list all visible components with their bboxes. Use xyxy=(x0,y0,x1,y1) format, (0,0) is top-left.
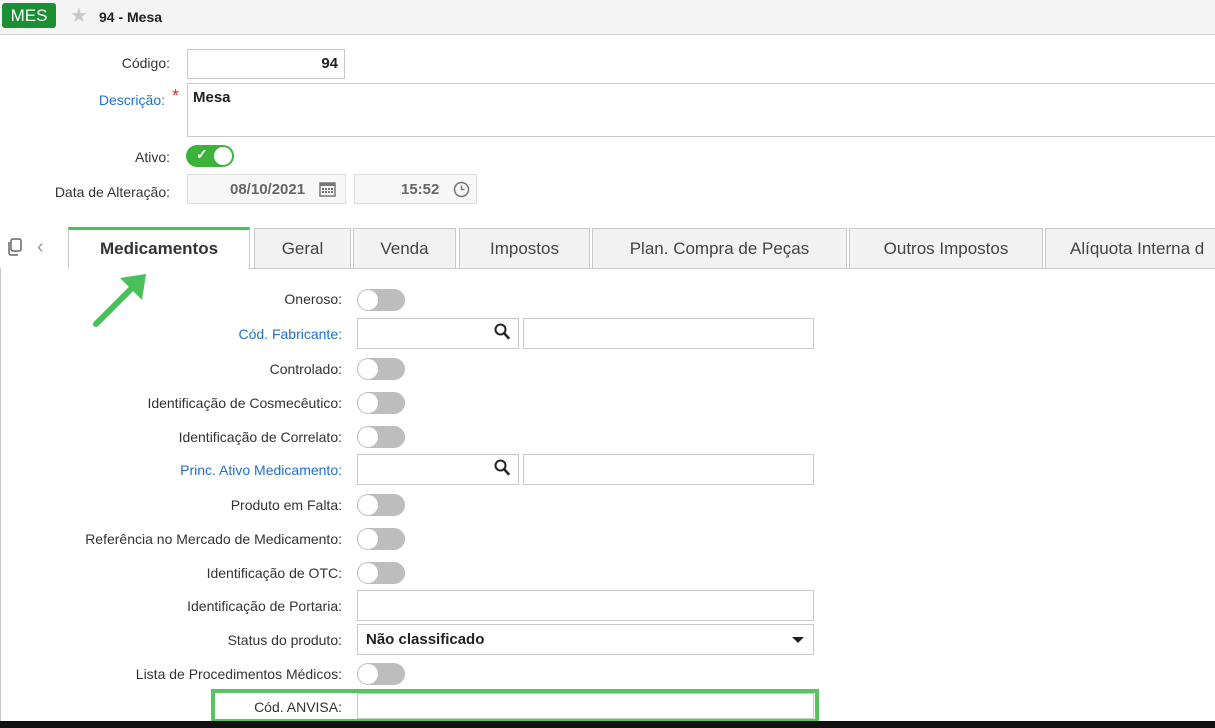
cod-fabricante-label: Cód. Fabricante: xyxy=(238,326,343,342)
otc-label: Identificação de OTC: xyxy=(206,565,342,581)
data-field: 08/10/2021 xyxy=(187,174,346,204)
data-value: 08/10/2021 xyxy=(230,181,306,198)
tab-geral[interactable]: Geral xyxy=(254,228,351,268)
chevron-down-icon xyxy=(792,637,804,643)
copy-icon[interactable] xyxy=(7,238,23,259)
star-icon[interactable]: ★ xyxy=(70,6,88,26)
clock-icon xyxy=(453,181,470,201)
bottom-edge xyxy=(0,721,1215,728)
cod-fabricante-desc[interactable] xyxy=(523,318,814,349)
codigo-label: Código: xyxy=(121,55,170,71)
status-value: Não classificado xyxy=(366,631,485,648)
anvisa-input[interactable] xyxy=(357,693,814,719)
tab-plan-compra[interactable]: Plan. Compra de Peças xyxy=(592,228,847,268)
chevron-left-icon[interactable]: ‹ xyxy=(37,236,44,259)
cod-fabricante-input[interactable] xyxy=(357,318,519,349)
descricao-label: Descrição: xyxy=(98,92,165,108)
hora-field: 15:52 xyxy=(354,174,477,204)
princ-ativo-desc[interactable] xyxy=(523,454,814,485)
status-select[interactable]: Não classificado xyxy=(357,624,814,655)
data-alteracao-label: Data de Alteração: xyxy=(54,184,170,200)
tab-venda[interactable]: Venda xyxy=(353,228,456,268)
controlado-toggle[interactable] xyxy=(357,358,405,380)
produto-falta-toggle[interactable] xyxy=(357,494,405,516)
tab-aliquota-interna[interactable]: Alíquota Interna d xyxy=(1045,228,1215,268)
ativo-label: Ativo: xyxy=(134,149,170,165)
cosmeceutico-label: Identificação de Cosmecêutico: xyxy=(147,395,342,411)
codigo-field[interactable]: 94 xyxy=(187,49,345,79)
oneroso-label: Oneroso: xyxy=(284,291,342,307)
tab-outros-impostos[interactable]: Outros Impostos xyxy=(849,228,1043,268)
princ-ativo-label: Princ. Ativo Medicamento: xyxy=(180,462,342,478)
anvisa-label: Cód. ANVISA: xyxy=(254,699,342,715)
title-bar xyxy=(0,0,1215,35)
descricao-field[interactable]: Mesa xyxy=(187,83,1215,137)
portaria-label: Identificação de Portaria: xyxy=(187,598,342,614)
ativo-toggle[interactable]: ✓ xyxy=(186,145,234,167)
lista-proc-toggle[interactable] xyxy=(357,663,405,685)
oneroso-toggle[interactable] xyxy=(357,289,405,311)
codigo-value: 94 xyxy=(321,55,338,72)
calendar-icon xyxy=(319,181,336,200)
status-label: Status do produto: xyxy=(227,632,342,648)
module-badge: MES xyxy=(2,3,56,28)
descricao-value: Mesa xyxy=(193,89,231,106)
portaria-input[interactable] xyxy=(357,590,814,621)
otc-toggle[interactable] xyxy=(357,562,405,584)
check-icon: ✓ xyxy=(196,146,208,162)
correlato-toggle[interactable] xyxy=(357,426,405,448)
tab-impostos[interactable]: Impostos xyxy=(459,228,590,268)
tab-medicamentos[interactable]: Medicamentos xyxy=(68,227,250,269)
hora-value: 15:52 xyxy=(401,181,440,198)
produto-falta-label: Produto em Falta: xyxy=(230,497,342,513)
required-marker: * xyxy=(172,86,180,106)
search-icon[interactable] xyxy=(494,459,510,481)
princ-ativo-input[interactable] xyxy=(357,454,519,485)
search-icon[interactable] xyxy=(494,323,510,345)
lista-proc-label: Lista de Procedimentos Médicos: xyxy=(135,666,342,682)
controlado-label: Controlado: xyxy=(269,361,342,377)
correlato-label: Identificação de Correlato: xyxy=(178,429,342,445)
referencia-toggle[interactable] xyxy=(357,528,405,550)
cosmeceutico-toggle[interactable] xyxy=(357,392,405,414)
window-title: 94 - Mesa xyxy=(99,9,163,25)
referencia-label: Referência no Mercado de Medicamento: xyxy=(85,531,342,547)
